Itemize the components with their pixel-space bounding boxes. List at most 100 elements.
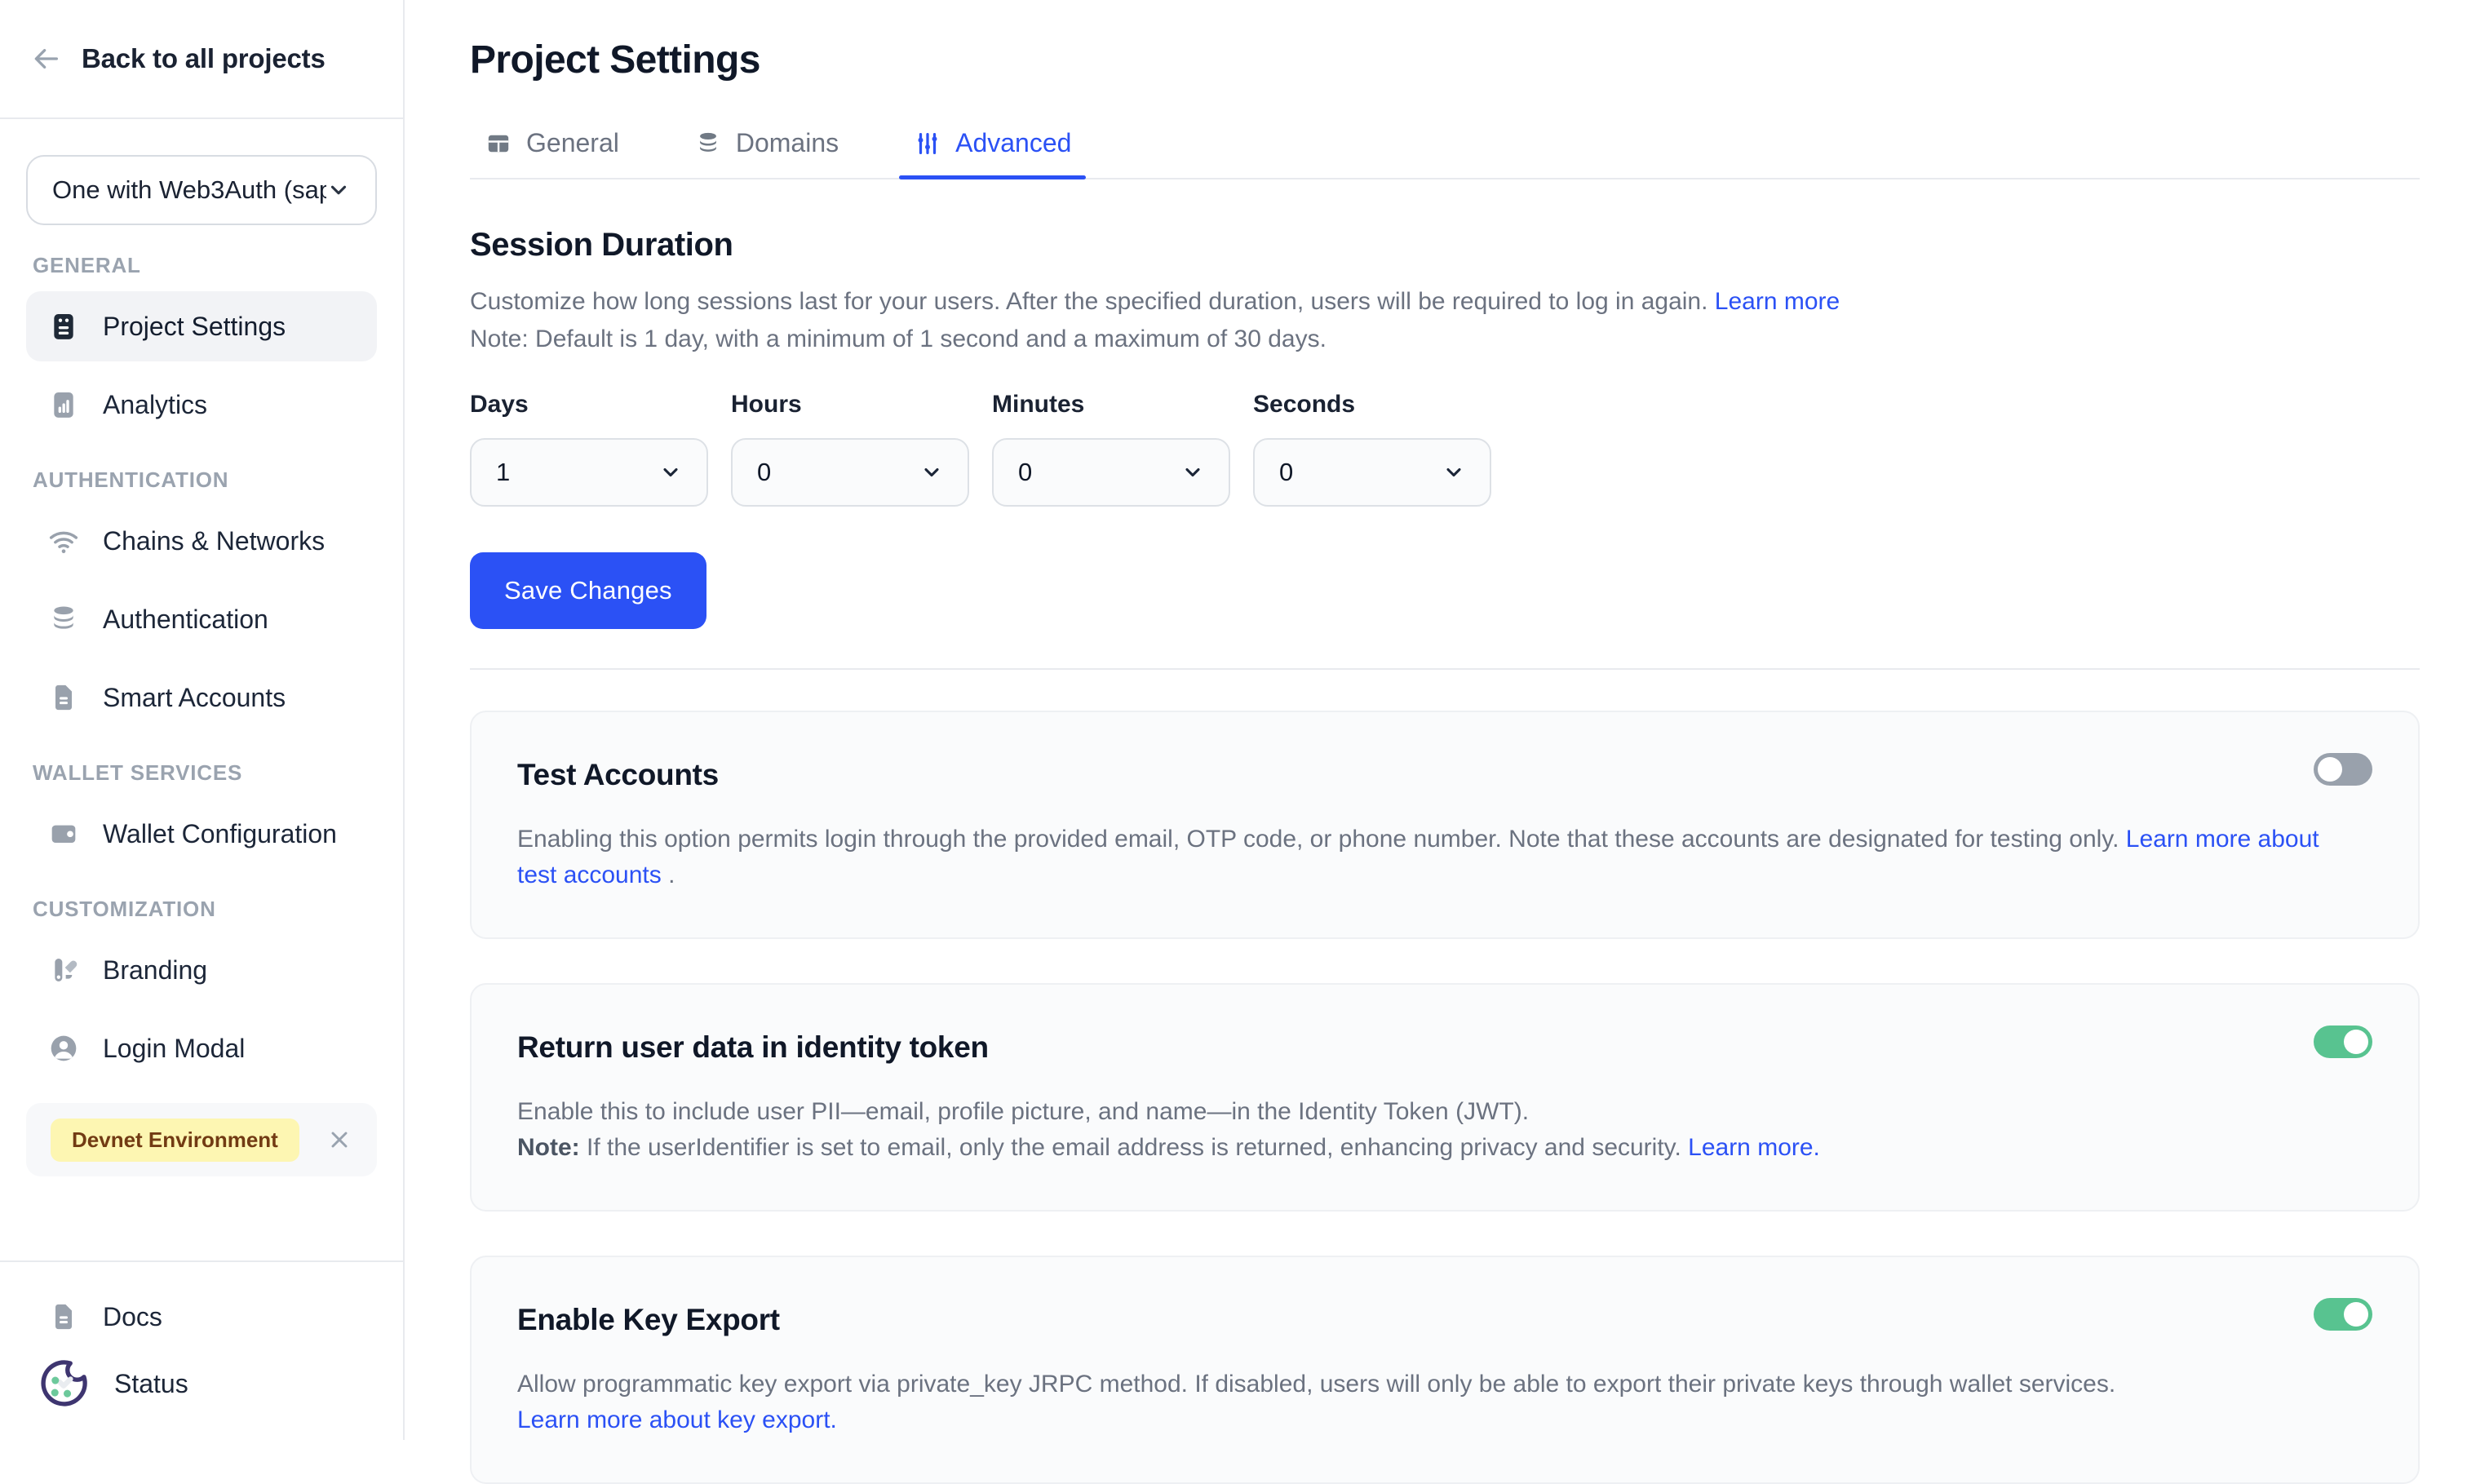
test-accounts-description: Enabling this option permits login throu…	[517, 822, 2353, 893]
test-accounts-toggle[interactable]	[2314, 753, 2372, 786]
key-export-learn-more-link[interactable]: Learn more about key export.	[517, 1406, 837, 1433]
clipboard-icon	[47, 310, 80, 343]
wallet-icon	[47, 817, 80, 850]
sidebar-item-label: Analytics	[103, 390, 207, 420]
sidebar-item-label: Smart Accounts	[103, 683, 286, 713]
section-label-customization: CUSTOMIZATION	[33, 897, 370, 922]
status-label: Status	[114, 1369, 188, 1399]
identity-token-learn-more-link[interactable]: Learn more.	[1688, 1134, 1820, 1161]
nav-authentication: Chains & Networks Authentication Smart A…	[26, 506, 377, 733]
sidebar-item-authentication[interactable]: Authentication	[26, 584, 377, 654]
seconds-select[interactable]: 0	[1253, 438, 1491, 507]
hours-select[interactable]: 0	[731, 438, 969, 507]
bar-chart-icon	[47, 388, 80, 421]
test-accounts-suffix: .	[668, 862, 675, 888]
test-accounts-title: Test Accounts	[517, 758, 2372, 792]
identity-token-line1: Enable this to include user PII—email, p…	[517, 1098, 1529, 1125]
minutes-select[interactable]: 0	[992, 438, 1230, 507]
sidebar-item-label: Authentication	[103, 605, 268, 635]
key-export-description: Allow programmatic key export via privat…	[517, 1367, 2353, 1438]
days-value: 1	[496, 458, 510, 487]
hours-label: Hours	[731, 391, 969, 419]
chevron-down-icon	[659, 461, 682, 484]
docs-label: Docs	[103, 1302, 162, 1332]
sidebar-footer: Docs Status	[0, 1260, 403, 1440]
sidebar-item-label: Chains & Networks	[103, 526, 325, 556]
key-export-toggle[interactable]	[2314, 1298, 2372, 1331]
sidebar-item-login-modal[interactable]: Login Modal	[26, 1013, 377, 1083]
identity-token-toggle[interactable]	[2314, 1026, 2372, 1058]
project-selector-value: One with Web3Auth (sap	[52, 175, 326, 205]
key-export-card: Enable Key Export Allow programmatic key…	[470, 1256, 2420, 1484]
project-selector-dropdown[interactable]: One with Web3Auth (sap	[26, 155, 377, 225]
section-label-general: GENERAL	[33, 253, 370, 278]
back-to-projects-button[interactable]: Back to all projects	[0, 0, 403, 119]
database-icon	[47, 603, 80, 636]
arrow-left-icon	[31, 43, 62, 74]
swatch-brush-icon	[47, 954, 80, 986]
status-link[interactable]: Status	[26, 1350, 377, 1417]
section-divider	[470, 668, 2420, 670]
chevron-down-icon	[326, 178, 351, 202]
save-changes-button[interactable]: Save Changes	[470, 552, 706, 629]
days-label: Days	[470, 391, 708, 419]
tab-label: General	[526, 128, 619, 158]
user-circle-icon	[47, 1032, 80, 1065]
identity-token-note-label: Note:	[517, 1134, 580, 1161]
tab-label: Domains	[736, 128, 839, 158]
sidebar-item-branding[interactable]: Branding	[26, 935, 377, 1005]
table-icon	[485, 130, 512, 157]
session-description-text: Customize how long sessions last for you…	[470, 288, 1707, 315]
tab-label: Advanced	[955, 128, 1071, 158]
seconds-field: Seconds 0	[1253, 391, 1491, 507]
sidebar-body: One with Web3Auth (sap GENERAL Project S…	[0, 119, 403, 1260]
chevron-down-icon	[920, 461, 943, 484]
identity-token-title: Return user data in identity token	[517, 1030, 2372, 1065]
identity-token-description: Enable this to include user PII—email, p…	[517, 1094, 2353, 1166]
docs-link[interactable]: Docs	[26, 1283, 377, 1350]
sidebar-item-label: Branding	[103, 955, 207, 986]
sidebar-item-project-settings[interactable]: Project Settings	[26, 291, 377, 361]
test-accounts-body-text: Enabling this option permits login throu…	[517, 826, 2119, 853]
sidebar-item-label: Project Settings	[103, 312, 286, 342]
sidebar-item-label: Login Modal	[103, 1034, 245, 1064]
cookie-status-icon	[36, 1356, 91, 1411]
document-icon	[47, 681, 80, 714]
days-field: Days 1	[470, 391, 708, 507]
close-icon[interactable]	[326, 1127, 352, 1153]
test-accounts-card: Test Accounts Enabling this option permi…	[470, 711, 2420, 939]
tab-bar: General Domains Advanced	[470, 128, 2420, 179]
session-learn-more-link[interactable]: Learn more	[1715, 288, 1840, 315]
sidebar-item-smart-accounts[interactable]: Smart Accounts	[26, 662, 377, 733]
nav-wallet-services: Wallet Configuration	[26, 799, 377, 869]
back-to-projects-label: Back to all projects	[82, 43, 326, 74]
section-label-wallet-services: WALLET SERVICES	[33, 760, 370, 786]
sidebar-item-wallet-configuration[interactable]: Wallet Configuration	[26, 799, 377, 869]
tab-general[interactable]: General	[470, 128, 634, 178]
nav-general: Project Settings Analytics	[26, 291, 377, 440]
key-export-title: Enable Key Export	[517, 1303, 2372, 1337]
sliders-icon	[914, 130, 941, 157]
days-select[interactable]: 1	[470, 438, 708, 507]
identity-token-card: Return user data in identity token Enabl…	[470, 983, 2420, 1212]
key-export-line1: Allow programmatic key export via privat…	[517, 1371, 2115, 1398]
hours-value: 0	[757, 458, 771, 487]
page-title: Project Settings	[470, 38, 2420, 82]
minutes-label: Minutes	[992, 391, 1230, 419]
minutes-field: Minutes 0	[992, 391, 1230, 507]
sidebar-item-chains-networks[interactable]: Chains & Networks	[26, 506, 377, 576]
sidebar-item-label: Wallet Configuration	[103, 819, 337, 849]
chevron-down-icon	[1442, 461, 1465, 484]
tab-advanced[interactable]: Advanced	[899, 128, 1086, 178]
sidebar-item-analytics[interactable]: Analytics	[26, 370, 377, 440]
identity-token-note-text: If the userIdentifier is set to email, o…	[587, 1134, 1681, 1161]
settings-cards: Test Accounts Enabling this option permi…	[470, 711, 2420, 1484]
database-icon	[694, 130, 722, 157]
nav-customization: Branding Login Modal	[26, 935, 377, 1083]
hours-field: Hours 0	[731, 391, 969, 507]
wifi-icon	[47, 525, 80, 557]
tab-domains[interactable]: Domains	[680, 128, 853, 178]
session-duration-note: Note: Default is 1 day, with a minimum o…	[470, 321, 2420, 358]
seconds-value: 0	[1279, 458, 1293, 487]
sidebar: Back to all projects One with Web3Auth (…	[0, 0, 405, 1440]
